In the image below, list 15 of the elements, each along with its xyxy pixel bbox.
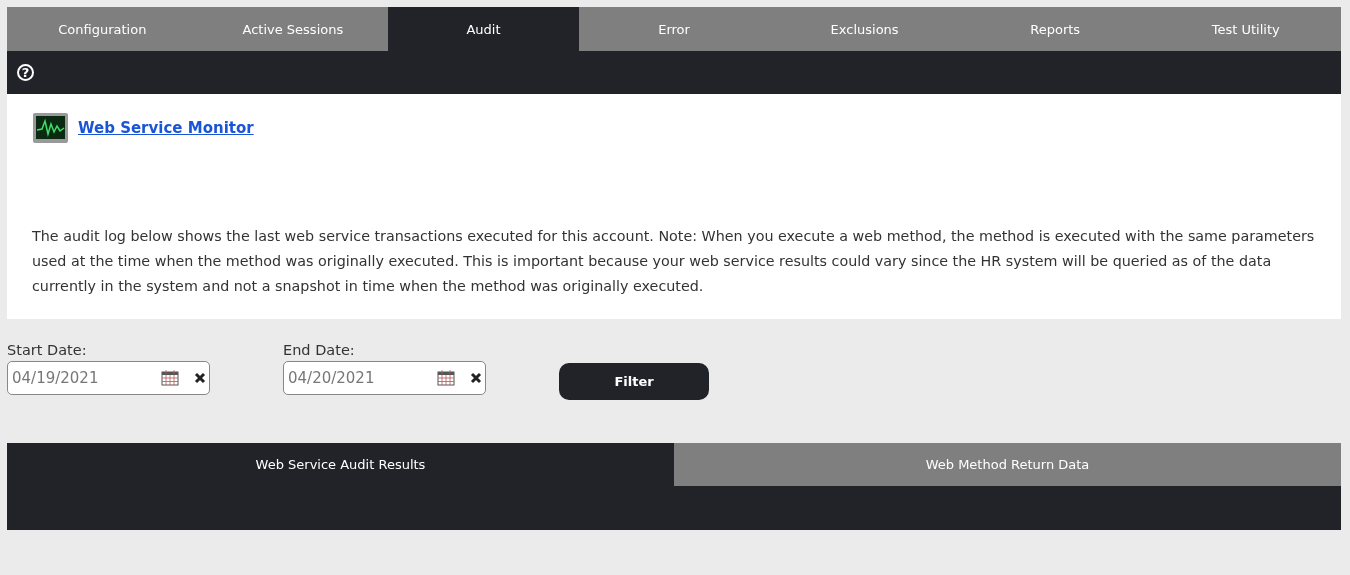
- field-label: End Date:: [283, 342, 356, 358]
- calendar-icon[interactable]: [161, 369, 179, 386]
- date-field[interactable]: 04/19/2021: [7, 361, 210, 395]
- monitor-icon: [32, 112, 69, 144]
- help-icon[interactable]: ?: [17, 64, 34, 81]
- filter-button[interactable]: Filter: [559, 363, 709, 400]
- clear-icon[interactable]: [470, 372, 482, 384]
- field-label: Start Date:: [7, 342, 88, 358]
- clear-icon[interactable]: [194, 372, 206, 384]
- tab[interactable]: Audit: [388, 7, 579, 51]
- monitor-link[interactable]: Web Service Monitor: [78, 119, 254, 137]
- date-field[interactable]: 04/20/2021: [283, 361, 486, 395]
- tab[interactable]: Web Service Audit Results: [7, 443, 674, 486]
- description-text: The audit log below shows the last web service transactions executed for this account. Note: When you execute a web method, the method is executed with the same parameters used at the time when the method was originally executed. This is important because your web service results could vary since the HR system will be queried as of the data currently in the system and not a snapshot in time when the method was originally executed.: [32, 227, 1316, 296]
- calendar-icon[interactable]: [437, 369, 455, 386]
